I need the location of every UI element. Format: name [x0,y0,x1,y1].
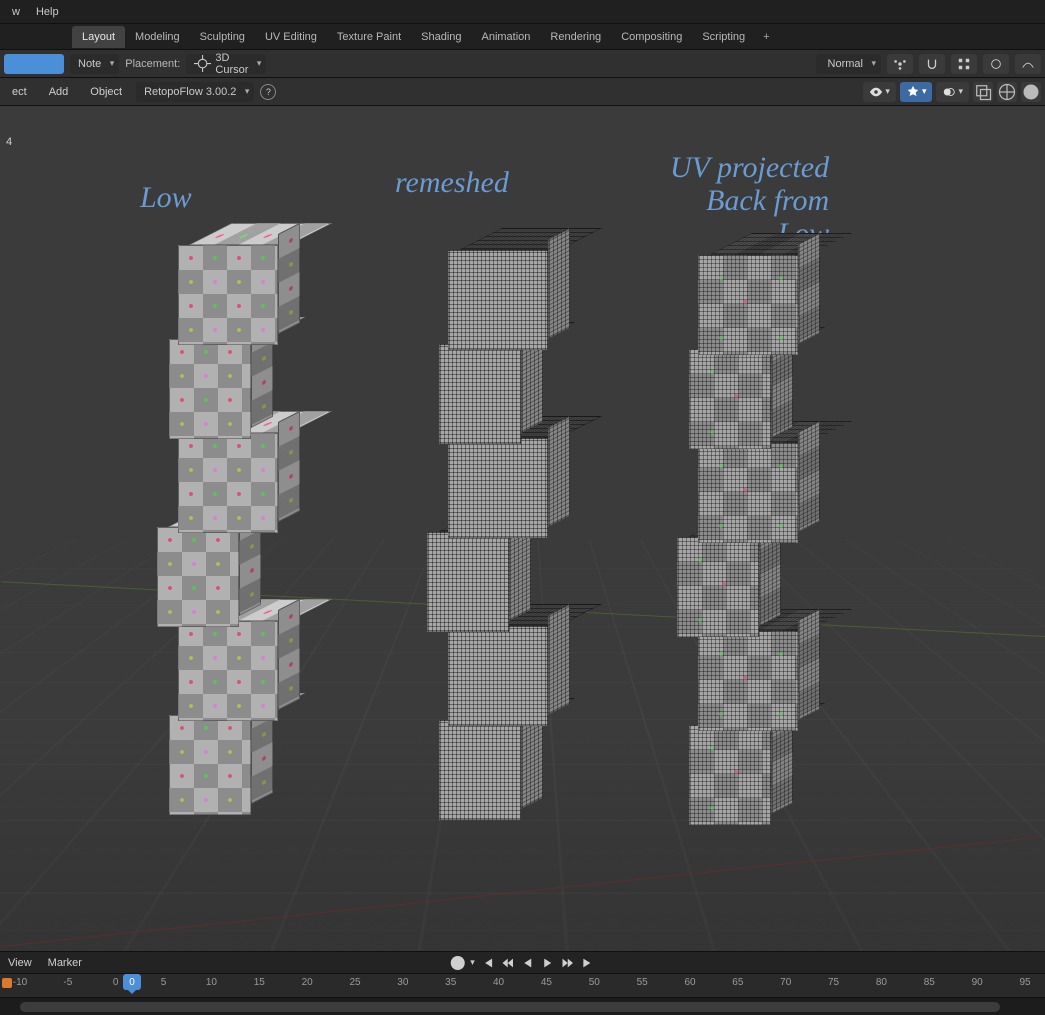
tab-layout[interactable]: Layout [72,26,125,48]
wireframe-icon [997,82,1017,102]
play-icon[interactable] [541,956,555,970]
tab-rendering[interactable]: Rendering [540,26,611,48]
tab-modeling[interactable]: Modeling [125,26,190,48]
ruler-tick: 40 [493,977,504,988]
jump-next-key-icon[interactable] [561,956,575,970]
ruler-tick: 0 [113,977,119,988]
object-low-cubes[interactable] [160,251,260,815]
add-workspace-button[interactable]: + [755,27,777,47]
autokey-dropdown[interactable]: ▾ [470,957,475,968]
proportional-falloff-dropdown[interactable] [1015,54,1041,74]
magnet-icon [925,57,939,71]
menu-select[interactable]: ect [4,82,35,102]
menu-object[interactable]: Object [82,82,130,102]
ruler-tick: 10 [206,977,217,988]
timeline-menu-view[interactable]: View [8,957,32,969]
viewport-3d[interactable]: 4 Low remeshed UV projected Back from Lo… [0,106,1045,951]
annotation-remeshed: remeshed [395,166,509,199]
ruler-tick: 80 [876,977,887,988]
pivot-icon [893,57,907,71]
ruler-tick: 20 [302,977,313,988]
timeline-scrollbar[interactable] [0,997,1045,1015]
jump-end-icon[interactable] [581,956,595,970]
placement-label: Placement: [125,58,180,70]
ruler-tick: 35 [445,977,456,988]
eye-icon [869,85,883,99]
tab-shading[interactable]: Shading [411,26,471,48]
menu-add[interactable]: Add [41,82,77,102]
proportional-icon [989,57,1003,71]
tab-uv-editing[interactable]: UV Editing [255,26,327,48]
play-reverse-icon[interactable] [521,956,535,970]
annotation-low: Low [140,181,192,214]
snap-grid-icon [957,57,971,71]
ruler-tick: 85 [924,977,935,988]
shading-wireframe[interactable] [997,82,1017,102]
falloff-icon [1021,57,1035,71]
jump-start-icon[interactable] [481,956,495,970]
viewport-header: ect Add Object RetopoFlow 3.00.2 ? ▾ ▾ ▾ [0,78,1045,106]
gizmo-dropdown[interactable]: ▾ [900,82,933,102]
note-dropdown[interactable]: Note [70,54,119,74]
placement-dropdown[interactable]: 3D Cursor [186,54,266,74]
pivot-dropdown[interactable] [887,54,913,74]
ruler-tick: 45 [541,977,552,988]
ruler-tick: 15 [254,977,265,988]
tab-scripting[interactable]: Scripting [692,26,755,48]
orientation-dropdown[interactable]: Normal [816,54,881,74]
object-uv-projected-cubes[interactable] [680,261,780,825]
gizmo-icon [906,85,920,99]
retopoflow-dropdown[interactable]: RetopoFlow 3.00.2 [136,82,254,102]
ruler-tick: 25 [349,977,360,988]
tab-texture-paint[interactable]: Texture Paint [327,26,411,48]
timeline-header: View Marker ▾ [0,951,1045,973]
timeline-ruler[interactable]: 0 -10 -5 0 5 10 15 20 25 30 35 40 45 50 55 60 65 70 75 80 8… [0,973,1045,997]
tab-sculpting[interactable]: Sculpting [190,26,255,48]
proportional-edit-toggle[interactable] [983,54,1009,74]
object-remeshed-cubes[interactable] [430,256,530,820]
cursor3d-icon [194,55,211,72]
playhead[interactable]: 0 [123,974,141,990]
snap-toggle[interactable] [919,54,945,74]
overlay-icon [942,85,956,99]
jump-prev-key-icon[interactable] [501,956,515,970]
tab-animation[interactable]: Animation [472,26,541,48]
snap-type-dropdown[interactable] [951,54,977,74]
ruler-tick: 70 [780,977,791,988]
tab-compositing[interactable]: Compositing [611,26,692,48]
menu-help[interactable]: Help [28,2,67,22]
ruler-tick: 95 [1019,977,1030,988]
viewport-overlay-text: 4 [6,136,12,148]
menu-window[interactable]: w [4,2,28,22]
timeline-scroll-thumb[interactable] [20,1002,1000,1012]
ruler-tick: 55 [637,977,648,988]
xray-toggle[interactable] [973,82,993,102]
timeline-menu-marker[interactable]: Marker [48,957,82,969]
ruler-tick: 75 [828,977,839,988]
visibility-dropdown[interactable]: ▾ [863,82,896,102]
shading-solid[interactable] [1021,82,1041,102]
ruler-tick: 50 [589,977,600,988]
ruler-tick: 5 [161,977,167,988]
help-icon[interactable]: ? [260,84,276,100]
annotate-color-field[interactable] [4,54,64,74]
workspace-tabs: Layout Modeling Sculpting UV Editing Tex… [0,24,1045,50]
ruler-tick: 65 [732,977,743,988]
autokey-toggle[interactable] [450,956,464,970]
ruler-tick: 90 [972,977,983,988]
overlay-dropdown[interactable]: ▾ [936,82,969,102]
tool-settings-bar: Note Placement: 3D Cursor Normal [0,50,1045,78]
ruler-tick: -10 [13,977,27,988]
xray-icon [973,82,993,102]
solid-icon [1021,82,1041,102]
ruler-tick: -5 [63,977,72,988]
ruler-tick: 30 [397,977,408,988]
keyframe-marker[interactable] [2,978,12,988]
ruler-tick: 60 [684,977,695,988]
